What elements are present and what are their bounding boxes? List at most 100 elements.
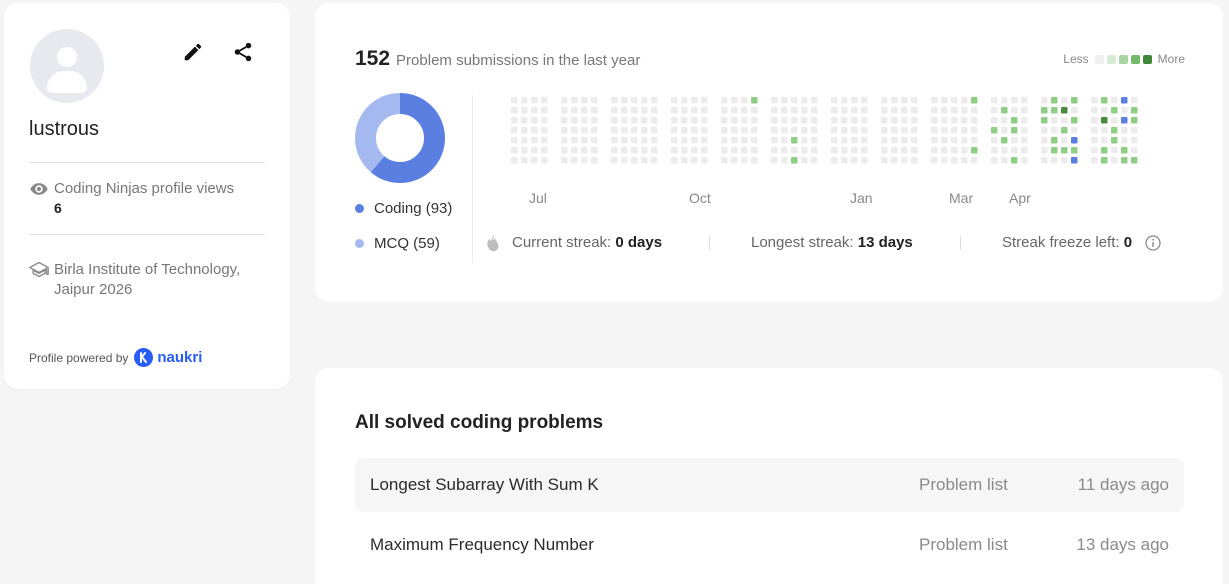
heatmap-cell[interactable] [591,97,598,104]
share-profile-button[interactable] [232,41,254,63]
heatmap-cell[interactable] [741,147,748,154]
heatmap-cell[interactable] [971,157,978,164]
heatmap-cell[interactable] [1001,147,1008,154]
heatmap-cell[interactable] [1021,127,1028,134]
heatmap-cell[interactable] [891,137,898,144]
heatmap-cell[interactable] [571,157,578,164]
heatmap-cell[interactable] [651,157,658,164]
heatmap-cell[interactable] [951,117,958,124]
heatmap-cell[interactable] [631,127,638,134]
heatmap-cell[interactable] [951,127,958,134]
heatmap-cell[interactable] [1121,127,1128,134]
heatmap-cell[interactable] [971,107,978,114]
heatmap-cell[interactable] [631,137,638,144]
heatmap-cell[interactable] [1021,107,1028,114]
heatmap-cell[interactable] [1021,97,1028,104]
heatmap-cell[interactable] [591,127,598,134]
heatmap-cell[interactable] [621,117,628,124]
heatmap-cell[interactable] [941,137,948,144]
heatmap-cell[interactable] [1001,137,1008,144]
heatmap-cell[interactable] [951,137,958,144]
heatmap-cell[interactable] [791,157,798,164]
heatmap-cell[interactable] [1071,107,1078,114]
heatmap-cell[interactable] [971,97,978,104]
heatmap-cell[interactable] [721,107,728,114]
problem-row[interactable]: Maximum Frequency Number Problem list 13… [355,518,1184,572]
heatmap-cell[interactable] [701,127,708,134]
info-icon[interactable] [1145,235,1161,251]
heatmap-cell[interactable] [971,117,978,124]
heatmap-cell[interactable] [671,107,678,114]
heatmap-cell[interactable] [541,147,548,154]
heatmap-cell[interactable] [861,157,868,164]
heatmap-cell[interactable] [741,157,748,164]
heatmap-cell[interactable] [881,147,888,154]
heatmap-cell[interactable] [831,147,838,154]
heatmap-cell[interactable] [651,147,658,154]
heatmap-cell[interactable] [1091,157,1098,164]
heatmap-cell[interactable] [511,137,518,144]
heatmap-cell[interactable] [571,107,578,114]
heatmap-cell[interactable] [1011,157,1018,164]
heatmap-cell[interactable] [951,97,958,104]
heatmap-cell[interactable] [861,107,868,114]
heatmap-cell[interactable] [581,157,588,164]
heatmap-cell[interactable] [621,97,628,104]
heatmap-cell[interactable] [861,117,868,124]
heatmap-cell[interactable] [841,127,848,134]
heatmap-cell[interactable] [801,157,808,164]
heatmap-cell[interactable] [1011,147,1018,154]
heatmap-cell[interactable] [751,117,758,124]
heatmap-cell[interactable] [1101,107,1108,114]
heatmap-cell[interactable] [681,117,688,124]
heatmap-cell[interactable] [1021,157,1028,164]
heatmap-cell[interactable] [591,147,598,154]
heatmap-cell[interactable] [831,127,838,134]
heatmap-cell[interactable] [911,137,918,144]
heatmap-cell[interactable] [691,127,698,134]
heatmap-cell[interactable] [1061,147,1068,154]
heatmap-cell[interactable] [531,117,538,124]
heatmap-cell[interactable] [671,147,678,154]
heatmap-cell[interactable] [741,127,748,134]
heatmap-cell[interactable] [1041,137,1048,144]
heatmap-cell[interactable] [861,147,868,154]
heatmap-cell[interactable] [641,127,648,134]
heatmap-cell[interactable] [671,97,678,104]
heatmap-cell[interactable] [771,97,778,104]
heatmap-cell[interactable] [541,157,548,164]
heatmap-cell[interactable] [1091,127,1098,134]
heatmap-cell[interactable] [701,97,708,104]
heatmap-cell[interactable] [891,107,898,114]
heatmap-cell[interactable] [941,147,948,154]
heatmap-cell[interactable] [781,157,788,164]
heatmap-cell[interactable] [531,137,538,144]
heatmap-cell[interactable] [1021,117,1028,124]
heatmap-cell[interactable] [801,137,808,144]
heatmap-cell[interactable] [911,147,918,154]
heatmap-cell[interactable] [701,157,708,164]
heatmap-cell[interactable] [561,157,568,164]
heatmap-cell[interactable] [991,107,998,114]
heatmap-cell[interactable] [621,137,628,144]
heatmap-cell[interactable] [561,147,568,154]
heatmap-cell[interactable] [751,157,758,164]
heatmap-cell[interactable] [511,147,518,154]
heatmap-cell[interactable] [1051,147,1058,154]
heatmap-cell[interactable] [941,107,948,114]
heatmap-cell[interactable] [1061,157,1068,164]
heatmap-cell[interactable] [1041,147,1048,154]
heatmap-cell[interactable] [961,137,968,144]
heatmap-cell[interactable] [961,117,968,124]
heatmap-cell[interactable] [701,117,708,124]
heatmap-cell[interactable] [831,97,838,104]
heatmap-cell[interactable] [881,137,888,144]
heatmap-cell[interactable] [1091,117,1098,124]
heatmap-cell[interactable] [531,147,538,154]
heatmap-cell[interactable] [741,117,748,124]
heatmap-cell[interactable] [791,97,798,104]
heatmap-cell[interactable] [1101,127,1108,134]
heatmap-cell[interactable] [731,107,738,114]
heatmap-cell[interactable] [591,137,598,144]
heatmap-cell[interactable] [631,147,638,154]
